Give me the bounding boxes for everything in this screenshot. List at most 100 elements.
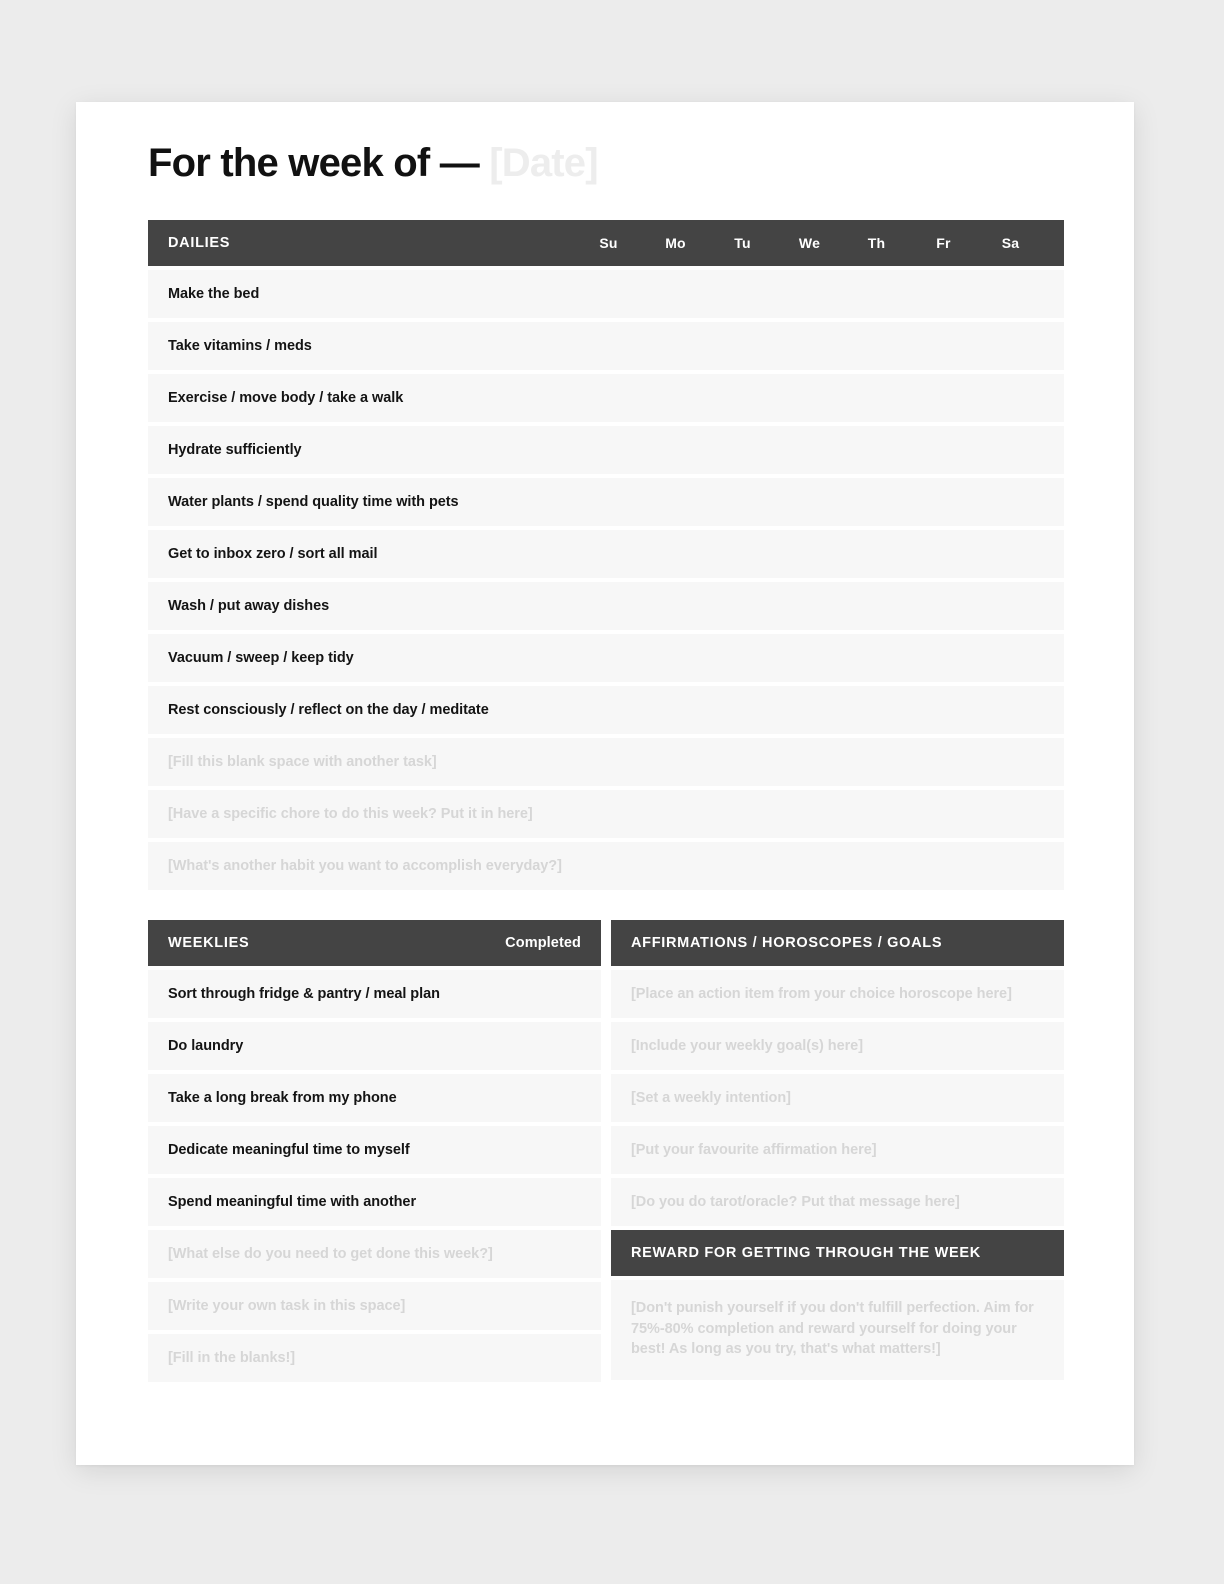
table-row[interactable]: Water plants / spend quality time with p… <box>148 478 1064 526</box>
table-row[interactable]: [Include your weekly goal(s) here] <box>611 1022 1064 1070</box>
check-cell-sa[interactable] <box>977 478 1044 526</box>
check-cell-sa[interactable] <box>977 426 1044 474</box>
table-row[interactable]: Sort through fridge & pantry / meal plan <box>148 970 601 1018</box>
check-cell-we[interactable] <box>776 842 843 890</box>
check-cell-th[interactable] <box>843 374 910 422</box>
check-cell-fr[interactable] <box>910 270 977 318</box>
check-cell-we[interactable] <box>776 426 843 474</box>
check-cell-tu[interactable] <box>709 686 776 734</box>
check-cell-tu[interactable] <box>709 478 776 526</box>
table-row[interactable]: [Put your favourite affirmation here] <box>611 1126 1064 1174</box>
check-cell-su[interactable] <box>575 634 642 682</box>
check-cell-tu[interactable] <box>709 634 776 682</box>
table-row[interactable]: [What's another habit you want to accomp… <box>148 842 1064 890</box>
check-cell-we[interactable] <box>776 478 843 526</box>
check-cell-tu[interactable] <box>709 322 776 370</box>
check-cell-mo[interactable] <box>642 634 709 682</box>
table-row[interactable]: [Fill this blank space with another task… <box>148 738 1064 786</box>
table-row[interactable]: Take a long break from my phone <box>148 1074 601 1122</box>
check-cell-sa[interactable] <box>977 790 1044 838</box>
check-cell-th[interactable] <box>843 790 910 838</box>
check-cell-th[interactable] <box>843 478 910 526</box>
check-cell-sa[interactable] <box>977 686 1044 734</box>
check-cell-mo[interactable] <box>642 374 709 422</box>
table-row[interactable]: [Fill in the blanks!] <box>148 1334 601 1382</box>
check-cell-su[interactable] <box>575 478 642 526</box>
table-row[interactable]: Make the bed <box>148 270 1064 318</box>
check-cell-tu[interactable] <box>709 738 776 786</box>
check-cell-mo[interactable] <box>642 322 709 370</box>
check-cell-sa[interactable] <box>977 582 1044 630</box>
check-cell-mo[interactable] <box>642 530 709 578</box>
date-placeholder[interactable]: [Date] <box>489 141 598 185</box>
check-cell-sa[interactable] <box>977 738 1044 786</box>
check-cell-we[interactable] <box>776 582 843 630</box>
table-row[interactable]: [Have a specific chore to do this week? … <box>148 790 1064 838</box>
check-cell-tu[interactable] <box>709 790 776 838</box>
check-cell-sa[interactable] <box>977 322 1044 370</box>
check-cell-sa[interactable] <box>977 530 1044 578</box>
check-cell-mo[interactable] <box>642 582 709 630</box>
check-cell-su[interactable] <box>575 530 642 578</box>
check-cell-su[interactable] <box>575 374 642 422</box>
check-cell-mo[interactable] <box>642 270 709 318</box>
check-cell-tu[interactable] <box>709 842 776 890</box>
check-cell-mo[interactable] <box>642 686 709 734</box>
check-cell-th[interactable] <box>843 738 910 786</box>
check-cell-su[interactable] <box>575 842 642 890</box>
table-row[interactable]: [Do you do tarot/oracle? Put that messag… <box>611 1178 1064 1226</box>
reward-body[interactable]: [Don't punish yourself if you don't fulf… <box>611 1280 1064 1380</box>
table-row[interactable]: Vacuum / sweep / keep tidy <box>148 634 1064 682</box>
check-cell-fr[interactable] <box>910 634 977 682</box>
check-cell-th[interactable] <box>843 530 910 578</box>
check-cell-fr[interactable] <box>910 686 977 734</box>
check-cell-su[interactable] <box>575 582 642 630</box>
check-cell-mo[interactable] <box>642 790 709 838</box>
check-cell-we[interactable] <box>776 738 843 786</box>
check-cell-we[interactable] <box>776 530 843 578</box>
check-cell-su[interactable] <box>575 426 642 474</box>
check-cell-sa[interactable] <box>977 634 1044 682</box>
check-cell-fr[interactable] <box>910 842 977 890</box>
check-cell-sa[interactable] <box>977 842 1044 890</box>
check-cell-mo[interactable] <box>642 842 709 890</box>
table-row[interactable]: Take vitamins / meds <box>148 322 1064 370</box>
table-row[interactable]: Rest consciously / reflect on the day / … <box>148 686 1064 734</box>
table-row[interactable]: Get to inbox zero / sort all mail <box>148 530 1064 578</box>
check-cell-fr[interactable] <box>910 374 977 422</box>
check-cell-we[interactable] <box>776 790 843 838</box>
check-cell-tu[interactable] <box>709 426 776 474</box>
check-cell-fr[interactable] <box>910 582 977 630</box>
check-cell-sa[interactable] <box>977 374 1044 422</box>
table-row[interactable]: Spend meaningful time with another <box>148 1178 601 1226</box>
table-row[interactable]: [Write your own task in this space] <box>148 1282 601 1330</box>
table-row[interactable]: Dedicate meaningful time to myself <box>148 1126 601 1174</box>
check-cell-su[interactable] <box>575 270 642 318</box>
check-cell-we[interactable] <box>776 270 843 318</box>
check-cell-tu[interactable] <box>709 582 776 630</box>
check-cell-fr[interactable] <box>910 478 977 526</box>
check-cell-th[interactable] <box>843 426 910 474</box>
table-row[interactable]: [Set a weekly intention] <box>611 1074 1064 1122</box>
check-cell-su[interactable] <box>575 686 642 734</box>
check-cell-fr[interactable] <box>910 426 977 474</box>
check-cell-we[interactable] <box>776 322 843 370</box>
check-cell-sa[interactable] <box>977 270 1044 318</box>
table-row[interactable]: [Place an action item from your choice h… <box>611 970 1064 1018</box>
check-cell-su[interactable] <box>575 790 642 838</box>
check-cell-tu[interactable] <box>709 270 776 318</box>
check-cell-fr[interactable] <box>910 738 977 786</box>
table-row[interactable]: Do laundry <box>148 1022 601 1070</box>
check-cell-mo[interactable] <box>642 426 709 474</box>
check-cell-we[interactable] <box>776 686 843 734</box>
check-cell-th[interactable] <box>843 582 910 630</box>
table-row[interactable]: Exercise / move body / take a walk <box>148 374 1064 422</box>
table-row[interactable]: [What else do you need to get done this … <box>148 1230 601 1278</box>
check-cell-fr[interactable] <box>910 322 977 370</box>
check-cell-su[interactable] <box>575 322 642 370</box>
table-row[interactable]: Wash / put away dishes <box>148 582 1064 630</box>
check-cell-tu[interactable] <box>709 374 776 422</box>
check-cell-th[interactable] <box>843 322 910 370</box>
check-cell-th[interactable] <box>843 270 910 318</box>
check-cell-we[interactable] <box>776 634 843 682</box>
